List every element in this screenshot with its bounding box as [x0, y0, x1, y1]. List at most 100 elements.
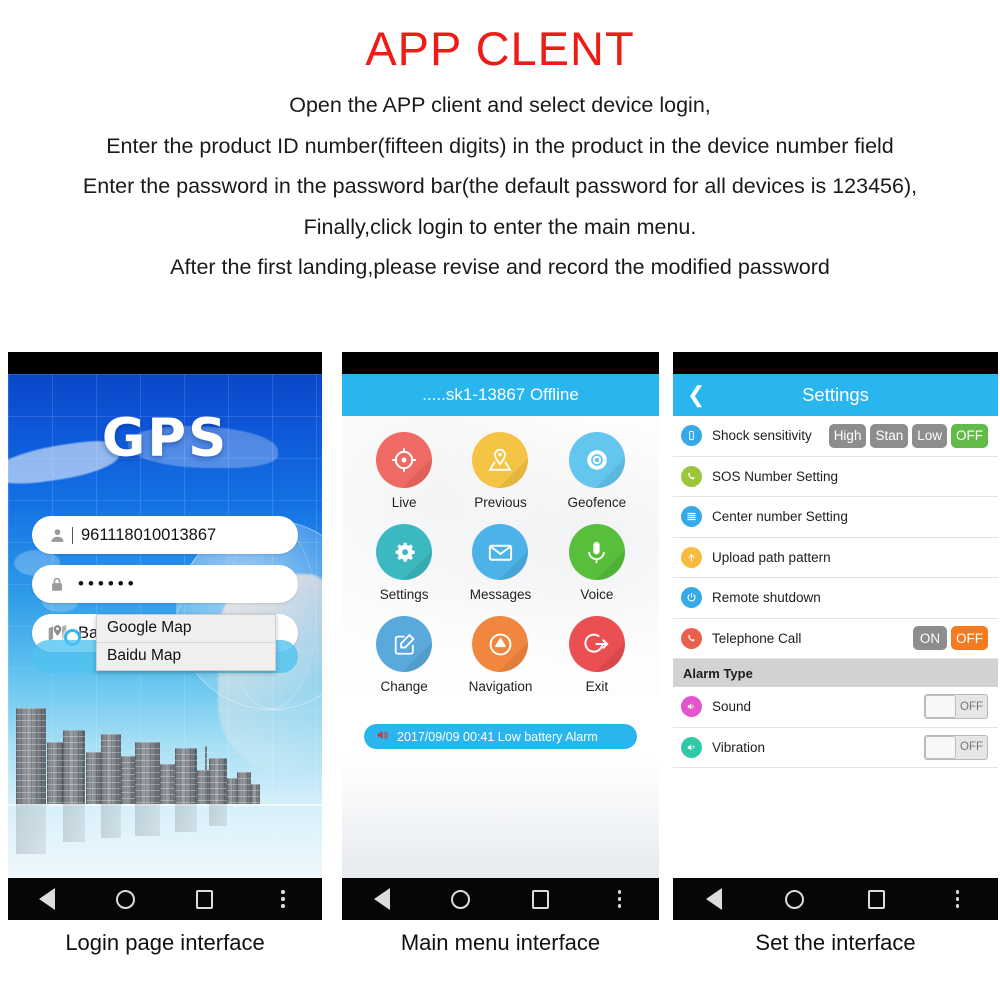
settings-row-remote-shutdown[interactable]: Remote shutdown	[673, 578, 998, 619]
status-bar	[673, 352, 998, 374]
settings-row-sound[interactable]: Sound OFF	[673, 687, 998, 728]
settings-row-label: Upload path pattern	[712, 549, 831, 565]
instructions-block: Open the APP client and select device lo…	[0, 95, 1000, 279]
settings-row-sos-number-setting[interactable]: SOS Number Setting	[673, 457, 998, 497]
device-status-label: .....sk1-13867 Offline	[422, 385, 579, 404]
back-triangle-icon	[39, 888, 56, 910]
nav-overflow-button[interactable]	[596, 878, 642, 920]
sound-toggle[interactable]: OFF	[924, 694, 988, 720]
page-title: APP CLENT	[365, 22, 635, 75]
menu-item-exit[interactable]: Exit	[549, 616, 645, 694]
city-reflection-graphic	[8, 804, 322, 878]
settings-row-upload-path-pattern[interactable]: Upload path pattern	[673, 538, 998, 578]
envelope-icon	[472, 524, 529, 580]
chevron-left-icon[interactable]: ❮	[687, 384, 705, 406]
password-value: ••••••	[78, 574, 138, 593]
caption-login-page: Login page interface	[65, 930, 265, 955]
phone-main-menu-screenshot: .....sk1-13867 Offline Live Previous Geo…	[342, 352, 659, 920]
nav-home-button[interactable]	[772, 878, 818, 920]
home-circle-icon	[451, 889, 471, 909]
map-dropdown-list[interactable]: Google Map Baidu Map	[96, 614, 276, 671]
keypad-icon	[681, 506, 702, 528]
menu-item-messages[interactable]: Messages	[452, 524, 548, 602]
menu-item-label: Previous	[474, 495, 527, 510]
settings-row-vibration[interactable]: Vibration OFF	[673, 728, 998, 768]
settings-topbar: ❮ Settings	[673, 374, 998, 416]
nav-home-button[interactable]	[438, 878, 484, 920]
screenshot-row: GPS 961118010013867 •••••• Google Map Ba…	[0, 352, 1000, 920]
overflow-menu-icon	[280, 890, 285, 908]
android-navigation-bar[interactable]	[673, 878, 998, 920]
power-off-icon	[681, 587, 702, 609]
alarm-banner[interactable]: 2017/09/09 00:41 Low battery Alarm	[364, 724, 637, 749]
segment-off[interactable]: OFF	[951, 423, 988, 448]
map-pin-icon	[472, 432, 529, 488]
settings-row-center-number-setting[interactable]: Center number Setting	[673, 497, 998, 538]
segment-low[interactable]: Low	[912, 423, 947, 448]
menu-item-label: Geofence	[567, 495, 627, 510]
status-bar	[342, 352, 659, 374]
home-circle-icon	[116, 889, 136, 909]
menu-item-navigation[interactable]: Navigation	[452, 616, 548, 694]
speaker-icon	[375, 728, 390, 745]
settings-row-telephone-call[interactable]: Telephone Call ON OFF	[673, 619, 998, 659]
menu-grid: Live Previous Geofence Settings Messages…	[356, 432, 645, 694]
arrow-up-circle-icon	[472, 616, 529, 672]
nav-back-button[interactable]	[24, 878, 70, 920]
toggle-state-label: OFF	[960, 741, 983, 754]
page-root: APP CLENT Open the APP client and select…	[0, 0, 1000, 1000]
menu-item-settings[interactable]: Settings	[356, 524, 452, 602]
vibration-toggle[interactable]: OFF	[924, 734, 988, 760]
settings-row-label: Sound	[712, 699, 752, 715]
settings-row-shock-sensitivity[interactable]: Shock sensitivity High Stan Low OFF	[673, 416, 998, 457]
segment-off[interactable]: OFF	[951, 626, 988, 651]
instruction-line-1: Open the APP client and select device lo…	[289, 93, 711, 118]
user-icon	[42, 527, 72, 544]
phone-login-screenshot: GPS 961118010013867 •••••• Google Map Ba…	[8, 352, 322, 920]
menu-item-label: Exit	[585, 679, 609, 694]
settings-title: Settings	[802, 384, 869, 405]
settings-row-label: Telephone Call	[712, 630, 802, 646]
menu-item-label: Live	[391, 495, 417, 510]
overflow-menu-icon	[617, 890, 622, 908]
settings-row-label: Center number Setting	[712, 509, 848, 525]
instruction-line-5: After the first landing,please revise an…	[170, 255, 830, 280]
nav-overflow-button[interactable]	[260, 878, 306, 920]
segment-on[interactable]: ON	[913, 626, 947, 651]
dropdown-option-baidu-map[interactable]: Baidu Map	[97, 641, 275, 670]
nav-recents-button[interactable]	[181, 878, 227, 920]
settings-row-label: Vibration	[712, 739, 766, 755]
telephone-call-segments[interactable]: ON OFF	[913, 626, 988, 651]
nav-recents-button[interactable]	[853, 878, 899, 920]
menu-item-label: Navigation	[468, 679, 533, 694]
nav-overflow-button[interactable]	[934, 878, 980, 920]
target-disc-icon	[568, 432, 625, 488]
settings-screen: ❮ Settings Shock sensitivity High Stan L…	[673, 374, 998, 878]
menu-item-geofence[interactable]: Geofence	[549, 432, 645, 510]
city-skyline-graphic	[8, 684, 322, 804]
edit-square-icon	[376, 616, 433, 672]
nav-recents-button[interactable]	[517, 878, 563, 920]
menu-item-change[interactable]: Change	[356, 616, 452, 694]
nav-back-button[interactable]	[691, 878, 737, 920]
menu-item-voice[interactable]: Voice	[549, 524, 645, 602]
nav-home-button[interactable]	[103, 878, 149, 920]
shock-sensitivity-segments[interactable]: High Stan Low OFF	[828, 423, 988, 448]
device-number-field[interactable]: 961118010013867	[32, 516, 298, 554]
android-navigation-bar[interactable]	[342, 878, 659, 920]
nav-back-button[interactable]	[359, 878, 405, 920]
segment-high[interactable]: High	[828, 423, 867, 448]
instruction-line-2: Enter the product ID number(fifteen digi…	[106, 133, 894, 158]
overflow-menu-icon	[955, 890, 960, 908]
floor-tiles-graphic	[342, 758, 659, 878]
recent-square-icon	[195, 889, 213, 909]
caption-row: Login page interface Main menu interface…	[0, 930, 1000, 990]
menu-item-label: Change	[380, 679, 428, 694]
dropdown-option-google-map[interactable]: Google Map	[97, 615, 275, 642]
segment-standard[interactable]: Stan	[870, 423, 909, 448]
text-caret	[72, 526, 73, 544]
password-field[interactable]: ••••••	[32, 565, 298, 603]
menu-item-live[interactable]: Live	[356, 432, 452, 510]
android-navigation-bar[interactable]	[8, 878, 322, 920]
menu-item-previous[interactable]: Previous	[452, 432, 548, 510]
